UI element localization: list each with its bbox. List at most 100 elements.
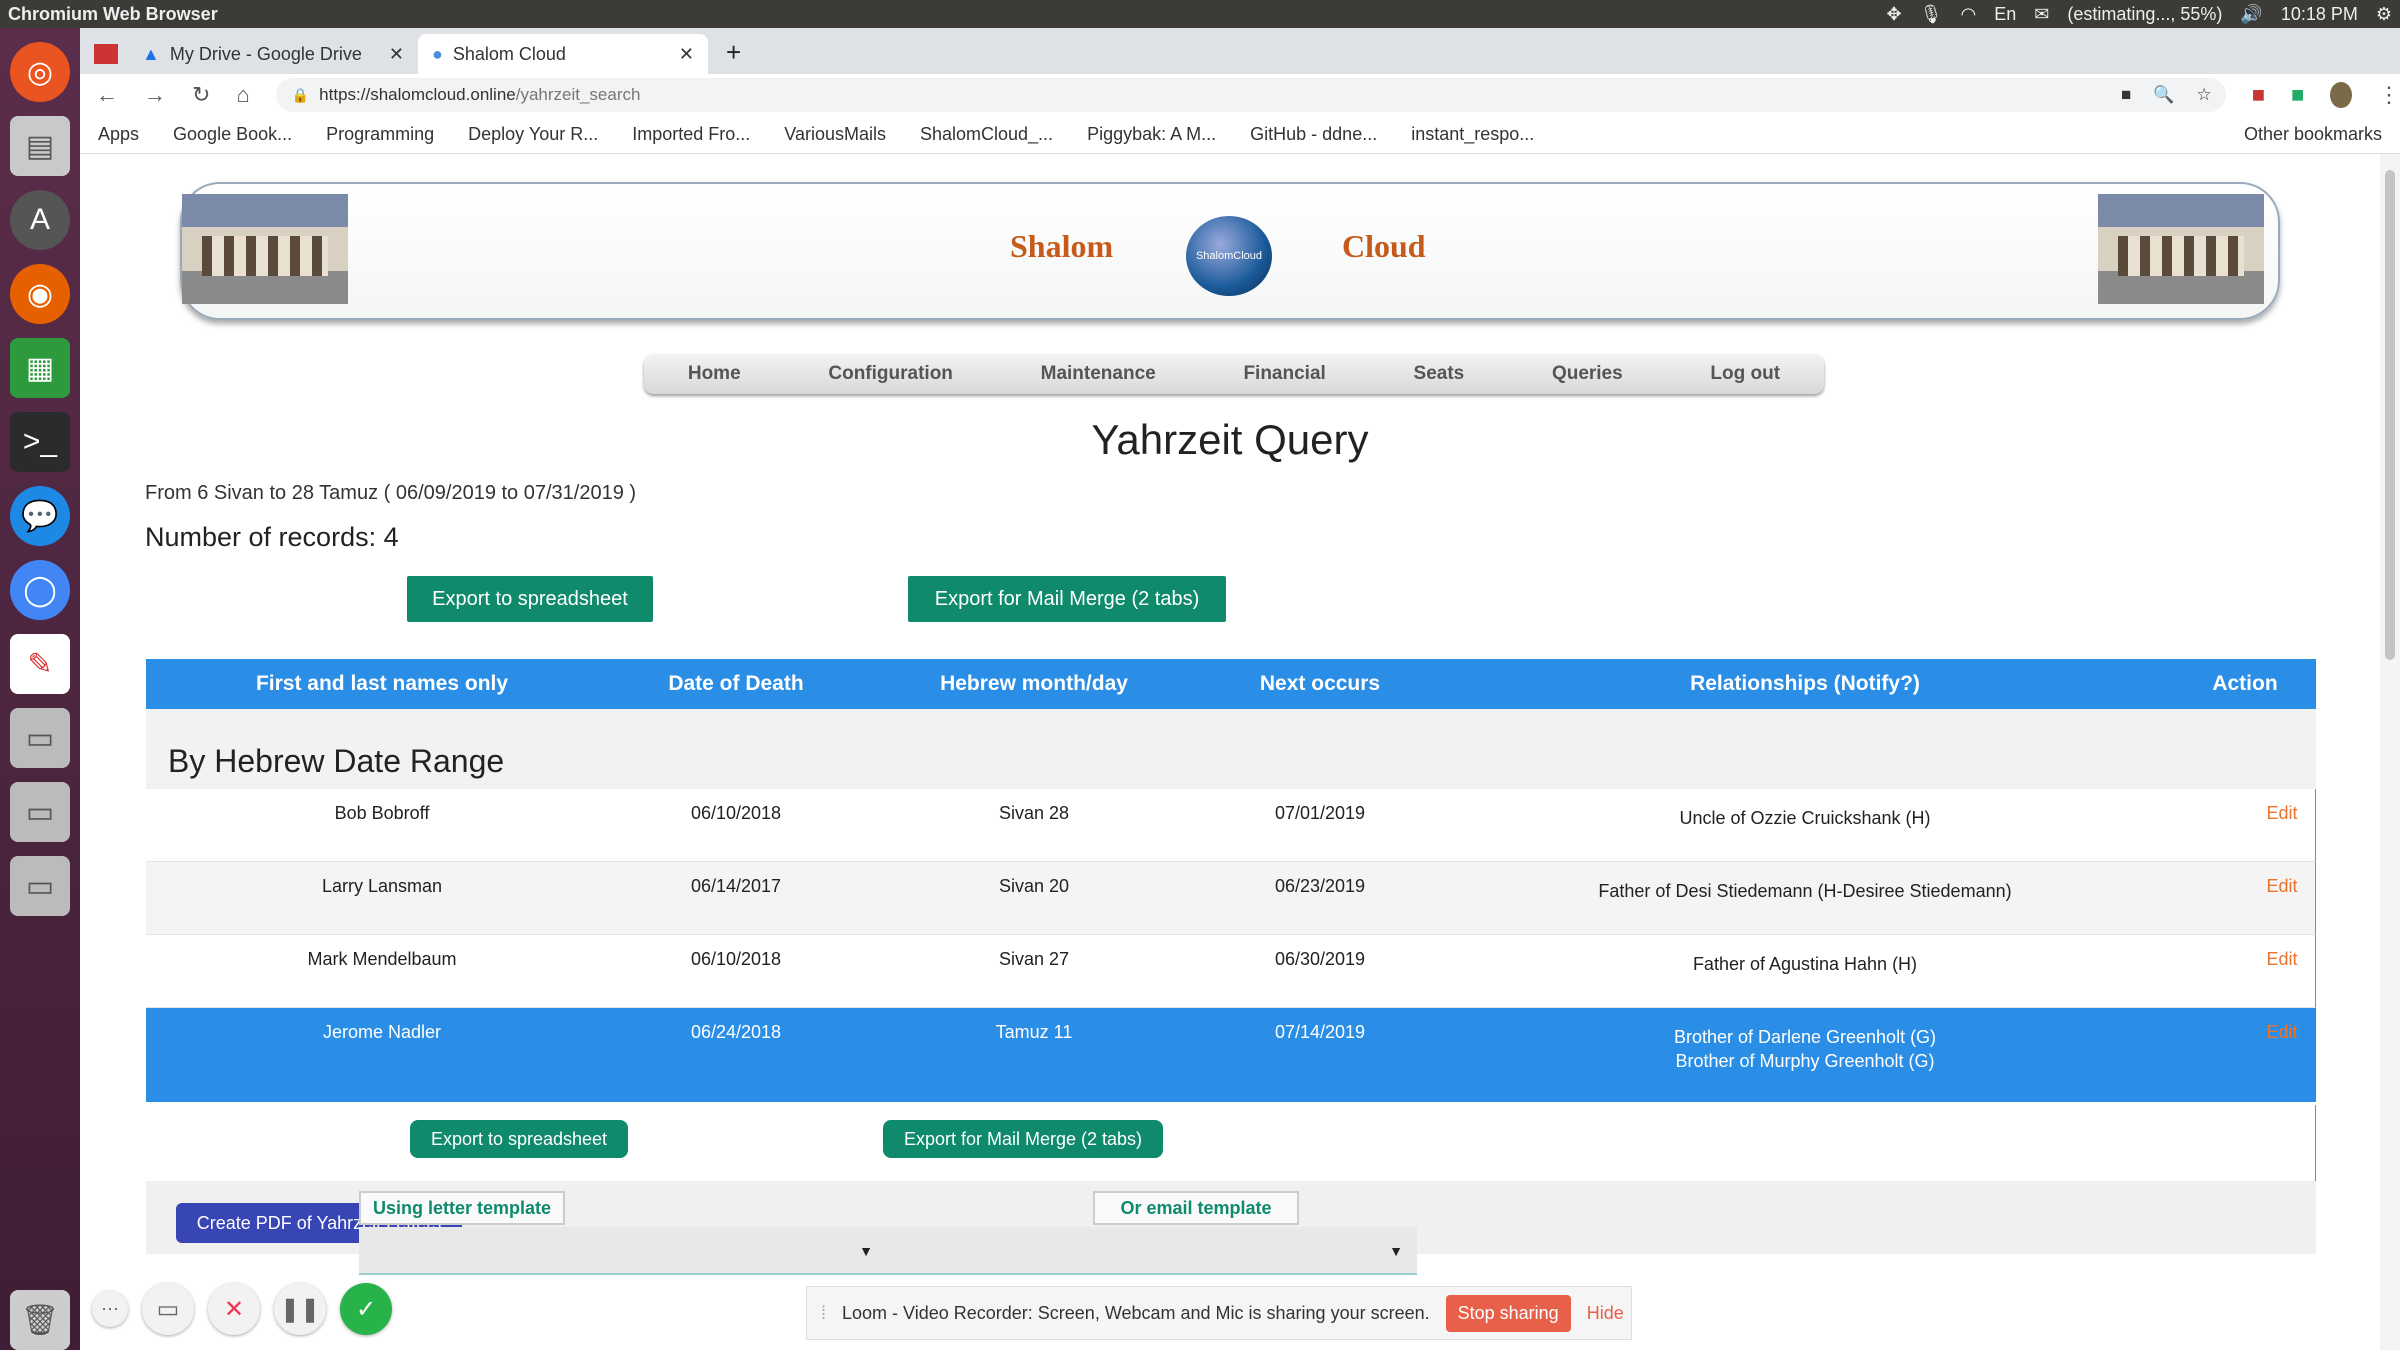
stop-sharing-button[interactable]: Stop sharing xyxy=(1445,1294,1571,1332)
table-row[interactable]: Bob Bobroff 06/10/2018 Sivan 28 07/01/20… xyxy=(146,789,2316,862)
drive-icon[interactable]: ▭ xyxy=(10,708,70,768)
bookmark-piggybak[interactable]: Piggybak: A M... xyxy=(1087,124,1216,145)
table-row[interactable]: Larry Lansman 06/14/2017 Sivan 20 06/23/… xyxy=(146,862,2316,935)
terminal-icon[interactable]: >_ xyxy=(10,412,70,472)
email-template-select[interactable]: ▼ xyxy=(887,1227,1417,1275)
col-next-occurs[interactable]: Next occurs xyxy=(1260,672,1380,696)
cell-relationship: Uncle of Ozzie Cruickshank (H) xyxy=(1679,808,1931,828)
more-icon[interactable]: ⋯ xyxy=(92,1291,128,1327)
nav-seats[interactable]: Seats xyxy=(1414,363,1465,385)
clock[interactable]: 10:18 PM xyxy=(2281,4,2358,25)
edit-link[interactable]: Edit xyxy=(2266,1020,2297,1044)
finish-recording-icon[interactable]: ✓ xyxy=(340,1283,392,1335)
back-icon[interactable]: ← xyxy=(96,82,118,108)
loom-controls: ⋯ ▭ ✕ ❚❚ ✓ xyxy=(92,1283,392,1335)
forward-icon[interactable]: → xyxy=(144,82,166,108)
cell-name: Bob Bobroff xyxy=(334,803,430,823)
drag-handle-icon[interactable]: ⁞ xyxy=(821,1303,826,1324)
page-scrollbar[interactable] xyxy=(2380,154,2400,1350)
zoom-icon[interactable]: 🔍 xyxy=(2153,85,2174,105)
export-mail-merge-button-2[interactable]: Export for Mail Merge (2 tabs) xyxy=(883,1120,1163,1158)
nav-financial[interactable]: Financial xyxy=(1243,363,1325,385)
cell-hebrew: Sivan 20 xyxy=(998,876,1070,896)
reload-icon[interactable]: ↻ xyxy=(192,82,210,108)
bookmark-programming[interactable]: Programming xyxy=(326,124,434,145)
drive-icon-2[interactable]: ▭ xyxy=(10,782,70,842)
edit-link[interactable]: Edit xyxy=(2266,801,2297,825)
letter-template-select[interactable]: ▼ xyxy=(359,1227,887,1275)
bookmark-apps[interactable]: Apps xyxy=(98,124,139,145)
battery-status[interactable]: (estimating..., 55%) xyxy=(2067,4,2222,25)
volume-icon[interactable]: 🔊 xyxy=(2240,4,2262,25)
col-name[interactable]: First and last names only xyxy=(256,672,508,696)
profile-avatar[interactable] xyxy=(2330,82,2352,108)
spreadsheet-icon[interactable]: ▦ xyxy=(10,338,70,398)
page-content: Shalom ShalomCloud Cloud Home Configurat… xyxy=(80,154,2380,1350)
settings-gear-icon[interactable]: ⚙ xyxy=(2376,4,2392,25)
other-bookmarks[interactable]: Other bookmarks xyxy=(2244,124,2382,145)
tab-google-drive[interactable]: ▲ My Drive - Google Drive ✕ xyxy=(128,34,418,74)
home-icon[interactable]: ⌂ xyxy=(236,82,249,108)
app-tab-icon[interactable] xyxy=(94,44,118,64)
date-range-text: From 6 Sivan to 28 Tamuz ( 06/09/2019 to… xyxy=(145,482,637,504)
nav-configuration[interactable]: Configuration xyxy=(828,363,953,385)
ubuntu-dash-icon[interactable]: ◎ xyxy=(10,42,70,102)
bookmark-variousmails[interactable]: VariousMails xyxy=(784,124,886,145)
files-icon[interactable]: ▤ xyxy=(10,116,70,176)
url-bar[interactable]: 🔒 https://shalomcloud.online /yahrzeit_s… xyxy=(275,78,2226,112)
col-relationships[interactable]: Relationships (Notify?) xyxy=(1690,672,1920,696)
chromium-icon[interactable]: ◯ xyxy=(10,560,70,620)
cell-dod: 06/24/2018 xyxy=(690,1022,782,1042)
yahrzeit-table: First and last names only Date of Death … xyxy=(146,659,2316,1275)
cell-next: 07/01/2019 xyxy=(1274,803,1366,823)
bookmark-instant[interactable]: instant_respo... xyxy=(1411,124,1534,145)
drive-icon-3[interactable]: ▭ xyxy=(10,856,70,916)
text-editor-icon[interactable]: ✎ xyxy=(10,634,70,694)
mail-icon[interactable]: ✉ xyxy=(2034,4,2049,25)
edit-link[interactable]: Edit xyxy=(2266,874,2297,898)
menu-icon[interactable]: ⋮ xyxy=(2378,82,2400,108)
extension-icon-2[interactable]: ■ xyxy=(2291,82,2304,108)
bookmark-imported[interactable]: Imported Fro... xyxy=(632,124,750,145)
microphone-icon[interactable]: 🎙 xyxy=(1920,4,1943,25)
bookmark-google-books[interactable]: Google Book... xyxy=(173,124,292,145)
hide-button[interactable]: Hide xyxy=(1587,1303,1624,1324)
pause-icon[interactable]: ❚❚ xyxy=(274,1283,326,1335)
extension-icon[interactable]: ■ xyxy=(2252,82,2265,108)
cell-next: 06/23/2019 xyxy=(1274,876,1366,896)
col-hebrew[interactable]: Hebrew month/day xyxy=(940,672,1128,696)
export-mail-merge-button[interactable]: Export for Mail Merge (2 tabs) xyxy=(908,576,1226,622)
messaging-icon[interactable]: 💬 xyxy=(10,486,70,546)
cell-dod: 06/10/2018 xyxy=(690,949,782,969)
table-row[interactable]: Mark Mendelbaum 06/10/2018 Sivan 27 06/3… xyxy=(146,935,2316,1008)
export-spreadsheet-button[interactable]: Export to spreadsheet xyxy=(407,576,653,622)
bookmark-github[interactable]: GitHub - ddne... xyxy=(1250,124,1377,145)
nav-queries[interactable]: Queries xyxy=(1552,363,1623,385)
firefox-icon[interactable]: ◉ xyxy=(10,264,70,324)
software-updater-icon[interactable]: A xyxy=(10,190,70,250)
nav-logout[interactable]: Log out xyxy=(1710,363,1780,385)
bookmark-shalomcloud[interactable]: ShalomCloud_... xyxy=(920,124,1053,145)
cancel-recording-icon[interactable]: ✕ xyxy=(208,1283,260,1335)
nav-maintenance[interactable]: Maintenance xyxy=(1041,363,1156,385)
table-row-selected[interactable]: Jerome Nadler 06/24/2018 Tamuz 11 07/14/… xyxy=(146,1008,2316,1102)
camera-icon[interactable]: ■ xyxy=(2121,85,2131,105)
col-action[interactable]: Action xyxy=(2212,672,2277,696)
star-icon[interactable]: ☆ xyxy=(2196,85,2211,105)
col-date-of-death[interactable]: Date of Death xyxy=(668,672,803,696)
keyboard-layout[interactable]: En xyxy=(1994,4,2016,25)
new-tab-icon[interactable]: + xyxy=(726,37,741,68)
dropbox-icon[interactable]: ✥ xyxy=(1887,4,1902,25)
camera-toggle-icon[interactable]: ▭ xyxy=(142,1283,194,1335)
close-icon[interactable]: ✕ xyxy=(679,44,694,65)
bookmark-deploy[interactable]: Deploy Your R... xyxy=(468,124,598,145)
nav-home[interactable]: Home xyxy=(688,363,741,385)
close-icon[interactable]: ✕ xyxy=(389,44,404,65)
wifi-icon[interactable]: ◠ xyxy=(1960,4,1976,25)
trash-icon[interactable]: 🗑 xyxy=(10,1290,70,1350)
tab-shalom-cloud[interactable]: ● Shalom Cloud ✕ xyxy=(418,34,708,74)
edit-link[interactable]: Edit xyxy=(2266,947,2297,971)
scrollbar-thumb[interactable] xyxy=(2385,170,2395,660)
export-spreadsheet-button-2[interactable]: Export to spreadsheet xyxy=(410,1120,628,1158)
os-top-bar: Chromium Web Browser ✥ 🎙 ◠ En ✉ (estimat… xyxy=(0,0,2400,28)
